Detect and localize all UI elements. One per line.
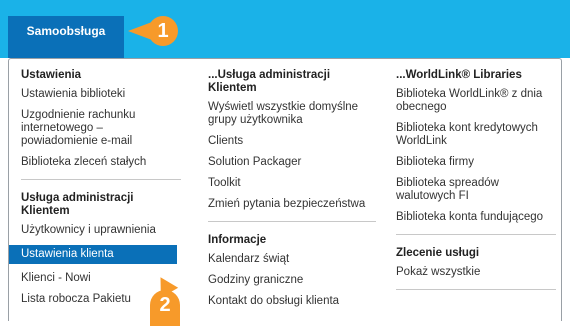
- top-nav-bar: Samoobsługa: [0, 0, 570, 58]
- menu-heading-informacje: Informacje: [208, 234, 267, 246]
- menu-heading-worldlink-libraries: ...WorldLink® Libraries: [396, 69, 522, 81]
- dropdown-menu-panel: Ustawienia Ustawienia biblioteki Uzgodni…: [8, 58, 562, 321]
- menu-column-1: Ustawienia Ustawienia biblioteki Uzgodni…: [9, 69, 181, 314]
- menu-item-godziny-graniczne[interactable]: Godziny graniczne: [208, 274, 376, 287]
- menu-item-kalendarz-swiat[interactable]: Kalendarz świąt: [208, 253, 376, 266]
- menu-heading-usluga-administracji-cont: ...Usługa administracji Klientem: [208, 69, 331, 94]
- menu-item-biblioteka-worldlink-dnia[interactable]: Biblioteka WorldLink® z dnia obecnego: [396, 88, 556, 114]
- menu-item-toolkit[interactable]: Toolkit: [208, 177, 376, 190]
- menu-separator: [21, 179, 181, 180]
- menu-item-uzytkownicy-i-uprawnienia[interactable]: Użytkownicy i uprawnienia: [21, 224, 181, 237]
- menu-column-2: ...Usługa administracji Klientem Wyświet…: [208, 69, 376, 316]
- menu-heading-zlecenie-uslugi: Zlecenie usługi: [396, 247, 480, 259]
- callout-badge-2: 2: [150, 290, 180, 326]
- menu-item-biblioteka-spreadow[interactable]: Biblioteka spreadów walutowych FI: [396, 177, 556, 203]
- menu-item-pokaz-wszystkie[interactable]: Pokaż wszystkie: [396, 266, 556, 279]
- menu-item-ustawienia-klienta[interactable]: Ustawienia klienta: [9, 245, 177, 264]
- menu-heading-ustawienia: Ustawienia: [21, 69, 82, 81]
- menu-item-clients[interactable]: Clients: [208, 135, 376, 148]
- menu-separator: [396, 234, 556, 235]
- menu-column-3: ...WorldLink® Libraries Biblioteka World…: [396, 69, 556, 302]
- callout-badge-1: 1: [148, 16, 178, 46]
- menu-separator: [208, 221, 376, 222]
- menu-item-solution-packager[interactable]: Solution Packager: [208, 156, 376, 169]
- menu-item-uzgodnienie-rachunku[interactable]: Uzgodnienie rachunku internetowego – pow…: [21, 109, 181, 148]
- tab-samoobsluga[interactable]: Samoobsługa: [8, 16, 124, 58]
- menu-item-wyswietl-grupy[interactable]: Wyświetl wszystkie domyślne grupy użytko…: [208, 101, 376, 127]
- menu-separator: [396, 289, 556, 290]
- menu-item-biblioteka-firmy[interactable]: Biblioteka firmy: [396, 156, 556, 169]
- menu-item-ustawienia-biblioteki[interactable]: Ustawienia biblioteki: [21, 88, 181, 101]
- menu-item-zmien-pytania[interactable]: Zmień pytania bezpieczeństwa: [208, 198, 376, 211]
- menu-item-biblioteka-zlecen-stalych[interactable]: Biblioteka zleceń stałych: [21, 156, 181, 169]
- menu-item-biblioteka-kont-kredytowych[interactable]: Biblioteka kont kredytowych WorldLink: [396, 122, 556, 148]
- menu-item-kontakt-obsluga[interactable]: Kontakt do obsługi klienta: [208, 295, 376, 308]
- menu-heading-usluga-administracji: Usługa administracji Klientem: [21, 192, 134, 217]
- menu-item-biblioteka-konta-fundujacego[interactable]: Biblioteka konta fundującego: [396, 211, 556, 224]
